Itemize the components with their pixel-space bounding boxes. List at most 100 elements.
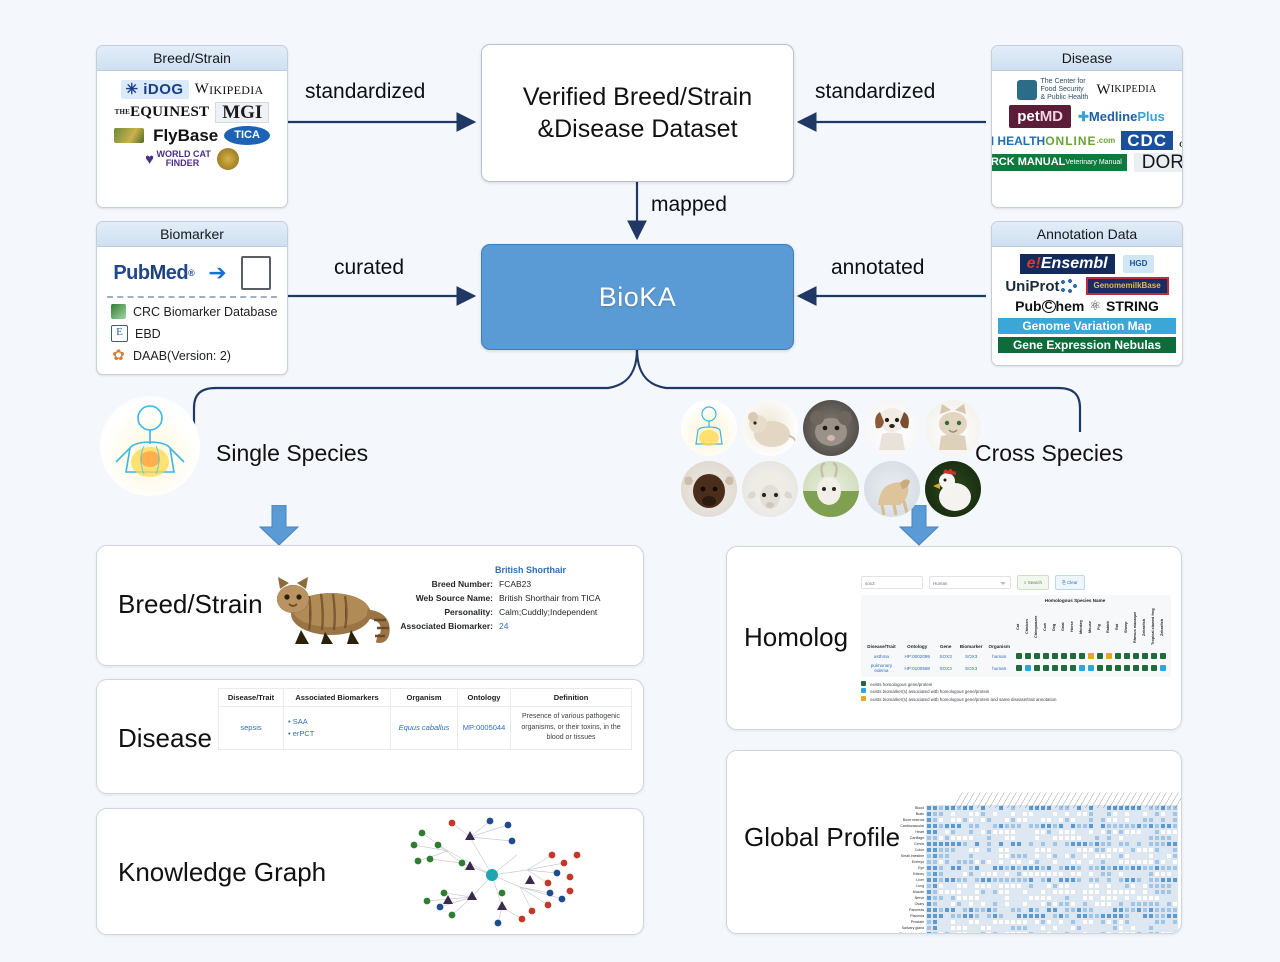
col-disease-trait: Disease/Trait: [867, 644, 896, 649]
breed-detail-key: Breed Number:: [431, 579, 493, 589]
logo-row-4: MERCK MANUALVeterinary Manual DORA: [992, 153, 1182, 173]
logo-row-1: e! Ensembl HGD: [998, 254, 1176, 274]
knowledge-graph-visualization: [410, 817, 581, 927]
cell-ontology[interactable]: HP:0002099: [900, 651, 935, 661]
species-col-header: Tropical clawed frog: [1151, 608, 1155, 646]
homolog-status-cell: [1079, 653, 1085, 659]
heatmap-row-labels: Blood Brain Bone marrow Cardiovascular Heart…: [899, 805, 926, 933]
legend-label: exists biomarker(s) associated with homo…: [870, 689, 990, 695]
homolog-status-cell: [1061, 653, 1067, 659]
breed-detail-value: Calm;Cuddly;Independent: [499, 607, 598, 617]
species-col-header: Cat: [1016, 623, 1020, 631]
arrow-right-icon: ➔: [208, 260, 227, 285]
legend-swatch-blue: [861, 688, 866, 694]
cell-organism[interactable]: human: [986, 651, 1013, 661]
ensembl-logo: e! Ensembl: [1019, 254, 1115, 274]
logo-row-5: Gene Expression Nebulas: [998, 337, 1176, 353]
cell-biomarker[interactable]: SOX3: [957, 651, 986, 661]
list-item-label: EBD: [135, 326, 161, 341]
breed-detail-row: Breed Number: FCAB23: [397, 579, 600, 589]
farm-health-online-logo: FARM HEALTHONLINE.com: [992, 133, 1116, 148]
homolog-status-cell: [1124, 665, 1130, 671]
cell-disease-trait[interactable]: sepsis: [218, 706, 284, 750]
edge-label-standardized-right: standardized: [815, 80, 936, 103]
cell-disease-trait[interactable]: pulmonary edema: [863, 661, 900, 675]
homolog-status-cell: [1043, 665, 1049, 671]
homolog-status-cell: [1016, 665, 1022, 671]
homolog-status-cell: [1133, 653, 1139, 659]
homolog-status-cell: [1160, 665, 1166, 671]
species-rat-icon: [803, 400, 859, 456]
pubmed-text: Pub: [113, 262, 150, 284]
cell-organism[interactable]: human: [986, 661, 1013, 675]
cell-gene[interactable]: SOX3: [935, 651, 957, 661]
ensembl-name: Ensembl: [1040, 255, 1108, 272]
uniprot-text: UniProt: [1005, 277, 1060, 295]
medlineplus-logo: ✚ Medline Plus: [1078, 109, 1165, 125]
homolog-status-cell: [1160, 653, 1166, 659]
homolog-status-cell: [1043, 653, 1049, 659]
homolog-clear-button[interactable]: ⎘ Clear: [1055, 575, 1085, 590]
mayo-clinic-logo: MAYOCLINIC⚕: [1179, 131, 1182, 150]
biomarker-item-2[interactable]: • erPCT: [288, 729, 386, 738]
mgi-logo: MGI: [215, 102, 270, 123]
trash-icon: ⎘: [1062, 580, 1066, 585]
species-col-header: Goat: [1061, 622, 1065, 632]
wikipedia-logo: W IKIPEDIA: [194, 81, 264, 97]
cdc-logo: CDC: [1121, 131, 1174, 151]
logo-row-1: The Center for Food Security & Public Heal…: [998, 78, 1176, 102]
breed-detail-key: Associated Biomarker:: [400, 621, 493, 631]
homolog-search-input[interactable]: sox3: [861, 576, 923, 589]
heatmap-row: [926, 931, 1179, 933]
cell-ontology[interactable]: MP:0005044: [457, 706, 511, 750]
homolog-legend: exists homologous gene/protein exists bi…: [861, 681, 1171, 703]
card-disease: Disease Disease/Trait Associated Biomark…: [96, 679, 644, 794]
homolog-status-cell: [1079, 665, 1085, 671]
table-row: asthma HP:0002099 SOX3 SOX3 human: [863, 651, 1169, 661]
species-goat-icon: [803, 461, 859, 517]
cell-organism[interactable]: Equus caballus: [390, 706, 458, 750]
list-item-label: CRC Biomarker Database: [133, 304, 278, 319]
breed-detail-row: Personality: Calm;Cuddly;Independent: [397, 607, 600, 617]
card-knowledge-graph-title: Knowledge Graph: [118, 857, 327, 887]
cell-disease-trait[interactable]: asthma: [863, 651, 900, 661]
string-network-icon: ⚛: [1089, 298, 1101, 313]
homolog-species-select[interactable]: Human: [929, 576, 1011, 589]
species-col-header: Rabbit: [1106, 621, 1110, 633]
search-icon: ⌕: [1024, 580, 1027, 585]
species-col-header: Dog: [1052, 623, 1056, 631]
cell-gene[interactable]: SOX3: [935, 661, 957, 675]
table-row: sepsis • SAA • erPCT Equus caballus MP:0…: [218, 706, 632, 750]
homolog-status-cell: [1142, 653, 1148, 659]
breed-detail-value[interactable]: 24: [499, 621, 508, 631]
card-global-profile: Global Profile ————— ————— ————— ————— —————…: [726, 750, 1182, 934]
logo-row-1: ✳ iDOG W IKIPEDIA: [105, 80, 279, 99]
species-col-header: Cow: [1043, 623, 1047, 632]
species-human-icon: [681, 400, 737, 456]
edge-label-mapped: mapped: [651, 193, 727, 216]
cross-species-label: Cross Species: [975, 440, 1124, 466]
list-item-label: DAAB(Version: 2): [133, 348, 231, 363]
biomarker-item[interactable]: • SAA: [288, 717, 386, 726]
milkbase-name: milkBase: [1125, 281, 1161, 290]
legend-label: exists homologous gene/protein: [870, 682, 933, 687]
col-gene: Gene: [939, 644, 952, 649]
cell-species-marks: [1013, 651, 1169, 661]
cell-biomarkers: • SAA • erPCT: [283, 706, 391, 750]
pubmed-reg: ®: [188, 267, 195, 278]
homolog-status-cell: [1052, 665, 1058, 671]
homolog-table: Disease/Trait Ontology Gene Biomarker Or…: [863, 603, 1169, 675]
wikipedia-logo: W IKIPEDIA: [1096, 81, 1157, 98]
panel-disease-title: Disease: [992, 46, 1182, 71]
homolog-search-button[interactable]: ⌕ Search: [1017, 575, 1050, 590]
cell-definition: Presence of various pathogenic organisms…: [510, 706, 632, 750]
homolog-status-cell: [1124, 653, 1130, 659]
homolog-status-cell: [1061, 665, 1067, 671]
ensembl-e: e!: [1026, 255, 1041, 272]
pubmed-logo: PubMMeded®: [113, 262, 195, 284]
homolog-status-cell: [1034, 653, 1040, 659]
species-col-header: Sheep: [1124, 621, 1128, 633]
homolog-clear-label: Clear: [1066, 580, 1078, 585]
cell-ontology[interactable]: HP:0100598: [900, 661, 935, 675]
cell-biomarker[interactable]: SOX3: [957, 661, 986, 675]
